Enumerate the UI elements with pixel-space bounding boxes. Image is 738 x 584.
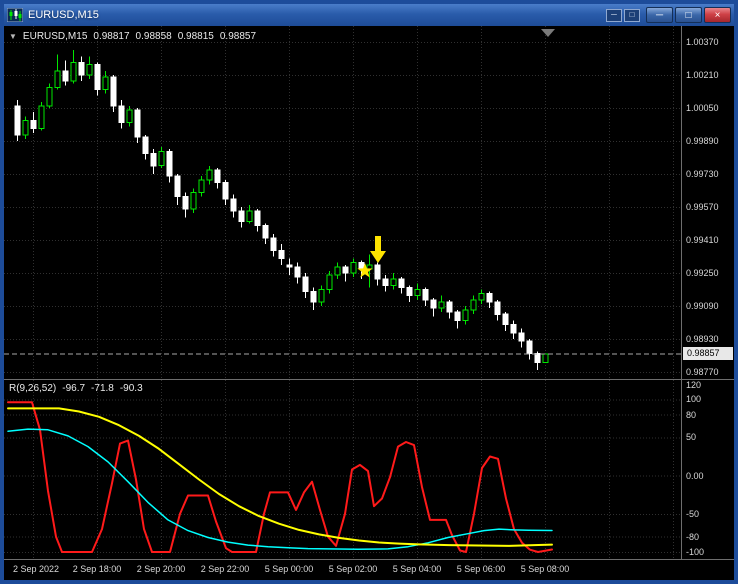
time-label: 5 Sep 00:00 bbox=[264, 564, 314, 574]
child-restore-icon: □ bbox=[629, 10, 635, 19]
mt4-chart-window: EURUSD,M15 ─ □ ─ □ × ▼ EURUSD,M15 0.9881… bbox=[0, 0, 738, 584]
price-label: 0.99730 bbox=[686, 169, 719, 179]
oscillator-chart bbox=[4, 380, 681, 559]
chart-client-area: ▼ EURUSD,M15 0.98817 0.98858 0.98815 0.9… bbox=[4, 26, 734, 580]
maximize-button[interactable]: □ bbox=[675, 7, 702, 23]
indicator-name: R(9,26,52) bbox=[9, 383, 57, 394]
indicator-scale-label: 120 bbox=[686, 380, 702, 390]
chart-symbol-period: EURUSD,M15 bbox=[22, 31, 88, 42]
time-label: 2 Sep 18:00 bbox=[72, 564, 122, 574]
price-label: 0.98770 bbox=[686, 367, 719, 377]
chart-icon bbox=[7, 8, 23, 22]
close-icon: × bbox=[714, 9, 721, 21]
time-label: 5 Sep 02:00 bbox=[328, 564, 378, 574]
time-label: 2 Sep 2022 bbox=[12, 564, 60, 574]
chart-shift-marker-icon bbox=[541, 29, 555, 37]
price-label: 1.00050 bbox=[686, 103, 719, 113]
minimize-icon: ─ bbox=[655, 9, 664, 21]
time-label: 5 Sep 06:00 bbox=[456, 564, 506, 574]
price-label: 0.99090 bbox=[686, 301, 719, 311]
indicator-value-3: -90.3 bbox=[119, 383, 143, 394]
indicator-value-1: -96.7 bbox=[62, 383, 86, 394]
price-label: 1.00370 bbox=[686, 37, 719, 47]
chart-open-value: 0.98817 bbox=[93, 31, 130, 42]
child-restore-button[interactable]: □ bbox=[624, 8, 640, 22]
close-button[interactable]: × bbox=[704, 7, 731, 23]
child-window-controls: ─ □ bbox=[606, 8, 640, 22]
indicator-scale-label: -80 bbox=[686, 532, 700, 542]
indicator-header: R(9,26,52) -96.7 -71.8 -90.3 bbox=[9, 383, 143, 394]
indicator-scale-label: 100 bbox=[686, 394, 702, 404]
current-price-badge: 0.98857 bbox=[683, 347, 733, 360]
indicator-scale-label: 80 bbox=[686, 410, 697, 420]
minimize-button[interactable]: ─ bbox=[646, 7, 673, 23]
time-axis[interactable]: 2 Sep 2022 2 Sep 18:00 2 Sep 20:00 2 Sep 22… bbox=[4, 559, 734, 580]
time-label: 2 Sep 20:00 bbox=[136, 564, 186, 574]
time-label: 5 Sep 04:00 bbox=[392, 564, 442, 574]
main-window-controls: ─ □ × bbox=[646, 7, 731, 23]
time-label: 2 Sep 22:00 bbox=[200, 564, 250, 574]
price-label: 0.98930 bbox=[686, 334, 719, 344]
maximize-icon: □ bbox=[685, 9, 692, 21]
indicator-scale-label: -50 bbox=[686, 509, 700, 519]
indicator-scale-label: 0.00 bbox=[686, 471, 704, 481]
child-minimize-icon: ─ bbox=[611, 10, 617, 19]
price-label: 1.00210 bbox=[686, 70, 719, 80]
price-label: 0.99570 bbox=[686, 202, 719, 212]
window-controls: ─ □ ─ □ × bbox=[606, 7, 731, 23]
time-label: 5 Sep 08:00 bbox=[520, 564, 570, 574]
indicator-axis[interactable]: 120 100 80 50 0.00 -50 -80 -100 bbox=[681, 379, 734, 559]
chart-ohlc-header: ▼ EURUSD,M15 0.98817 0.98858 0.98815 0.9… bbox=[9, 31, 256, 42]
indicator-panel[interactable]: R(9,26,52) -96.7 -71.8 -90.3 bbox=[4, 379, 681, 559]
chart-dropdown-icon[interactable]: ▼ bbox=[9, 32, 17, 41]
price-chart[interactable]: ▼ EURUSD,M15 0.98817 0.98858 0.98815 0.9… bbox=[4, 26, 681, 379]
chart-low-value: 0.98815 bbox=[177, 31, 214, 42]
indicator-value-2: -71.8 bbox=[91, 383, 114, 394]
titlebar[interactable]: EURUSD,M15 ─ □ ─ □ × bbox=[4, 4, 734, 26]
sell-signal-arrow-icon bbox=[370, 236, 386, 263]
indicator-scale-label: 50 bbox=[686, 432, 697, 442]
chart-high-value: 0.98858 bbox=[135, 31, 172, 42]
price-label: 0.99250 bbox=[686, 268, 719, 278]
price-label: 0.99890 bbox=[686, 136, 719, 146]
oscillator-line-R9 bbox=[7, 401, 553, 553]
price-label: 0.99410 bbox=[686, 235, 719, 245]
child-minimize-button[interactable]: ─ bbox=[606, 8, 622, 22]
indicator-scale-label: -100 bbox=[686, 547, 705, 557]
window-title: EURUSD,M15 bbox=[28, 9, 99, 21]
candlestick-chart bbox=[4, 26, 681, 379]
price-axis[interactable]: 0.98857 1.00370 1.00210 1.00050 0.99890 0.99… bbox=[681, 26, 734, 379]
oscillator-line-R52 bbox=[7, 407, 553, 547]
chart-close-value: 0.98857 bbox=[219, 31, 257, 42]
